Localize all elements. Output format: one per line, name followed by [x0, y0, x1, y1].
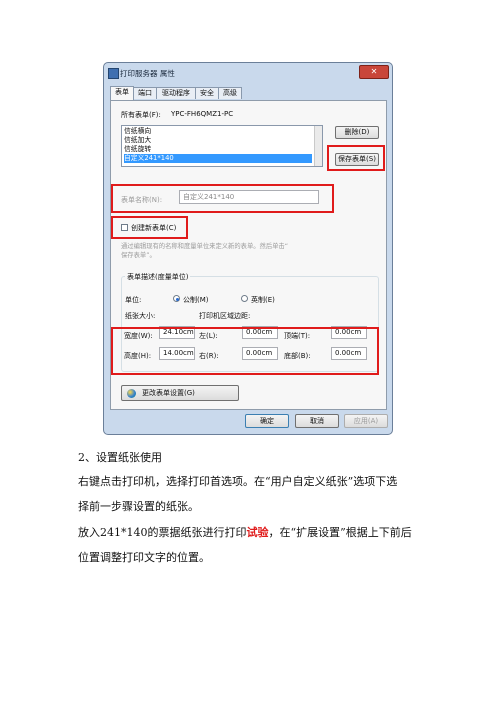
- english-label: 英制(E): [251, 296, 275, 304]
- apply-button[interactable]: 应用(A): [344, 414, 388, 428]
- listbox-scrollbar[interactable]: [314, 126, 322, 166]
- all-forms-label: 所有表单(F):: [121, 111, 161, 119]
- paragraph-1-cont: 择前一步骤设置的纸张。: [78, 500, 199, 513]
- title-bar[interactable]: 打印服务器 属性 ✕: [104, 63, 392, 83]
- metric-radio[interactable]: [173, 295, 180, 302]
- paragraph-2-text: 放入241*140的票据纸张进行打印: [78, 526, 247, 539]
- delete-button[interactable]: 删除(D): [335, 126, 379, 139]
- change-form-settings-button[interactable]: 更改表单设置(G): [121, 385, 239, 401]
- tab-ports[interactable]: 端口: [133, 87, 157, 99]
- list-item-selected[interactable]: 自定义241*140: [124, 154, 312, 163]
- printer-margins-label: 打印机区域边距:: [199, 312, 251, 320]
- server-name: YPC-FH6QMZ1-PC: [171, 110, 234, 118]
- print-server-properties-window: 打印服务器 属性 ✕ 表单 端口 驱动程序 安全 高级 所有表单(F): YPC…: [103, 62, 393, 435]
- form-name-highlight: [111, 184, 334, 213]
- paragraph-2-suffix: ，在“扩展设置”根据上下前后: [268, 526, 412, 539]
- tab-advanced[interactable]: 高级: [218, 87, 242, 99]
- save-button-highlight: [327, 145, 385, 171]
- change-form-settings-label: 更改表单设置(G): [142, 389, 195, 397]
- paragraph-1: 右键点击打印机，选择打印首选项。在“用户自定义纸张”选项下选: [78, 475, 398, 488]
- paragraph-2-cont: 位置调整打印文字的位置。: [78, 551, 210, 564]
- cancel-button[interactable]: 取消: [295, 414, 339, 428]
- step-heading: 2、设置纸张使用: [78, 451, 162, 464]
- paragraph-2: 放入241*140的票据纸张进行打印试验，在“扩展设置”根据上下前后: [78, 524, 412, 540]
- tab-forms[interactable]: 表单: [110, 86, 134, 100]
- forms-listbox[interactable]: 信纸横向 信纸加大 信纸旋转 自定义241*140: [121, 125, 323, 167]
- shield-icon: [127, 389, 136, 398]
- paper-size-label: 纸张大小:: [125, 312, 156, 320]
- unit-label: 单位:: [125, 296, 142, 304]
- printer-icon: [108, 68, 119, 79]
- paragraph-2-highlight: 试验: [246, 526, 269, 539]
- create-new-highlight: [111, 216, 188, 239]
- group-title: 表单描述(度量单位): [125, 272, 191, 282]
- create-new-hint-cont: 保存表单”。: [121, 252, 156, 259]
- list-item[interactable]: 信纸加大: [124, 136, 312, 145]
- create-new-hint: 通过编辑现有的名称和度量单位来定义新的表单。然后单击“: [121, 243, 288, 250]
- list-item[interactable]: 信纸横向: [124, 127, 312, 136]
- size-margins-highlight: [111, 327, 379, 375]
- tab-security[interactable]: 安全: [195, 87, 219, 99]
- window-title: 打印服务器 属性: [120, 69, 175, 78]
- english-radio[interactable]: [241, 295, 248, 302]
- metric-label: 公制(M): [183, 296, 209, 304]
- close-button[interactable]: ✕: [359, 65, 389, 79]
- ok-button[interactable]: 确定: [245, 414, 289, 428]
- tab-drivers[interactable]: 驱动程序: [156, 87, 196, 99]
- list-item[interactable]: 信纸旋转: [124, 145, 312, 154]
